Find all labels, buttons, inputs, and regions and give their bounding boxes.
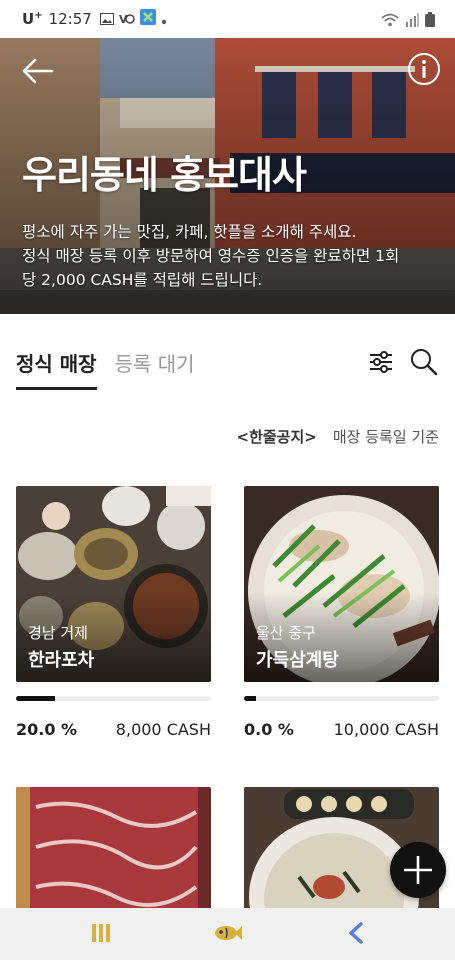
store-card[interactable]: 울산 중구 가득삼계탕 0.0 % 10,000 CASH [244,486,439,739]
search-button[interactable] [410,348,438,376]
arrow-left-icon [22,58,54,84]
system-nav-bar [0,908,455,960]
app-notification-icon [139,9,156,29]
wifi-icon [381,12,399,31]
progress-fill [16,696,55,701]
progress-bar [16,696,211,701]
info-icon [408,53,440,85]
store-card[interactable]: 경남 거제 한라포차 20.0 % 8,000 CASH [16,486,211,739]
gallery-notification-icon [99,10,114,29]
status-time: 12:57 [48,10,92,28]
store-tabs: 정식 매장 등록 대기 [16,348,195,390]
store-region: 울산 중구 [256,624,316,642]
hero-description-line: 평소에 자주 가는 맛집, 카페, 핫플을 소개해 주세요. [22,223,357,241]
progress-percent: 0.0 % [244,720,294,739]
tab-official-stores[interactable]: 정식 매장 [16,348,97,390]
progress-percent: 20.0 % [16,720,78,739]
reward-amount: 8,000 CASH [115,720,211,739]
reward-amount: 10,000 CASH [333,720,439,739]
store-name: 한라포차 [28,650,95,671]
tab-pending-registration[interactable]: 등록 대기 [115,348,195,390]
info-button[interactable] [407,52,441,86]
store-name: 가득삼계탕 [256,650,339,671]
store-image: 경남 거제 한라포차 [16,486,211,682]
hero-description-line: 당 2,000 CASH를 적립해 드립니다. [22,271,263,289]
notice-row: <한줄공지> 매장 등록일 기준 [237,426,439,447]
status-right [381,12,435,31]
page-title: 우리동네 홍보대사 [22,153,307,197]
recent-apps-button[interactable] [90,922,112,948]
signal-icon [405,12,419,31]
status-bar: U+ 12:57 V [0,0,455,38]
volte-icon: V [119,10,135,29]
home-button[interactable] [214,924,242,946]
back-button[interactable] [20,56,56,86]
search-icon [411,349,438,376]
system-back-button[interactable] [346,922,366,948]
hero-description: 평소에 자주 가는 맛집, 카페, 핫플을 소개해 주세요. 정식 매장 등록 … [22,220,442,292]
filter-button[interactable] [368,350,394,374]
recent-apps-icon [92,924,110,942]
notice-link[interactable]: <한줄공지> [237,426,317,447]
chevron-left-icon [349,922,363,944]
progress-fill [244,696,256,701]
store-image: 울산 중구 가득삼계탕 [244,486,439,682]
filter-sliders-icon [370,351,392,373]
carrier-label: U+ [22,10,43,28]
battery-icon [425,12,435,31]
hero-banner: 우리동네 홍보대사 평소에 자주 가는 맛집, 카페, 핫플을 소개해 주세요.… [0,38,455,314]
fish-home-icon [215,926,242,940]
more-notifications-dot-icon [161,10,167,29]
plus-icon [404,856,432,884]
hero-description-line: 정식 매장 등록 이후 방문하여 영수증 인증을 완료하면 1회 [22,247,400,265]
progress-bar [244,696,439,701]
sort-label[interactable]: 매장 등록일 기준 [333,426,439,447]
add-store-button[interactable] [390,842,446,898]
store-region: 경남 거제 [28,624,88,642]
